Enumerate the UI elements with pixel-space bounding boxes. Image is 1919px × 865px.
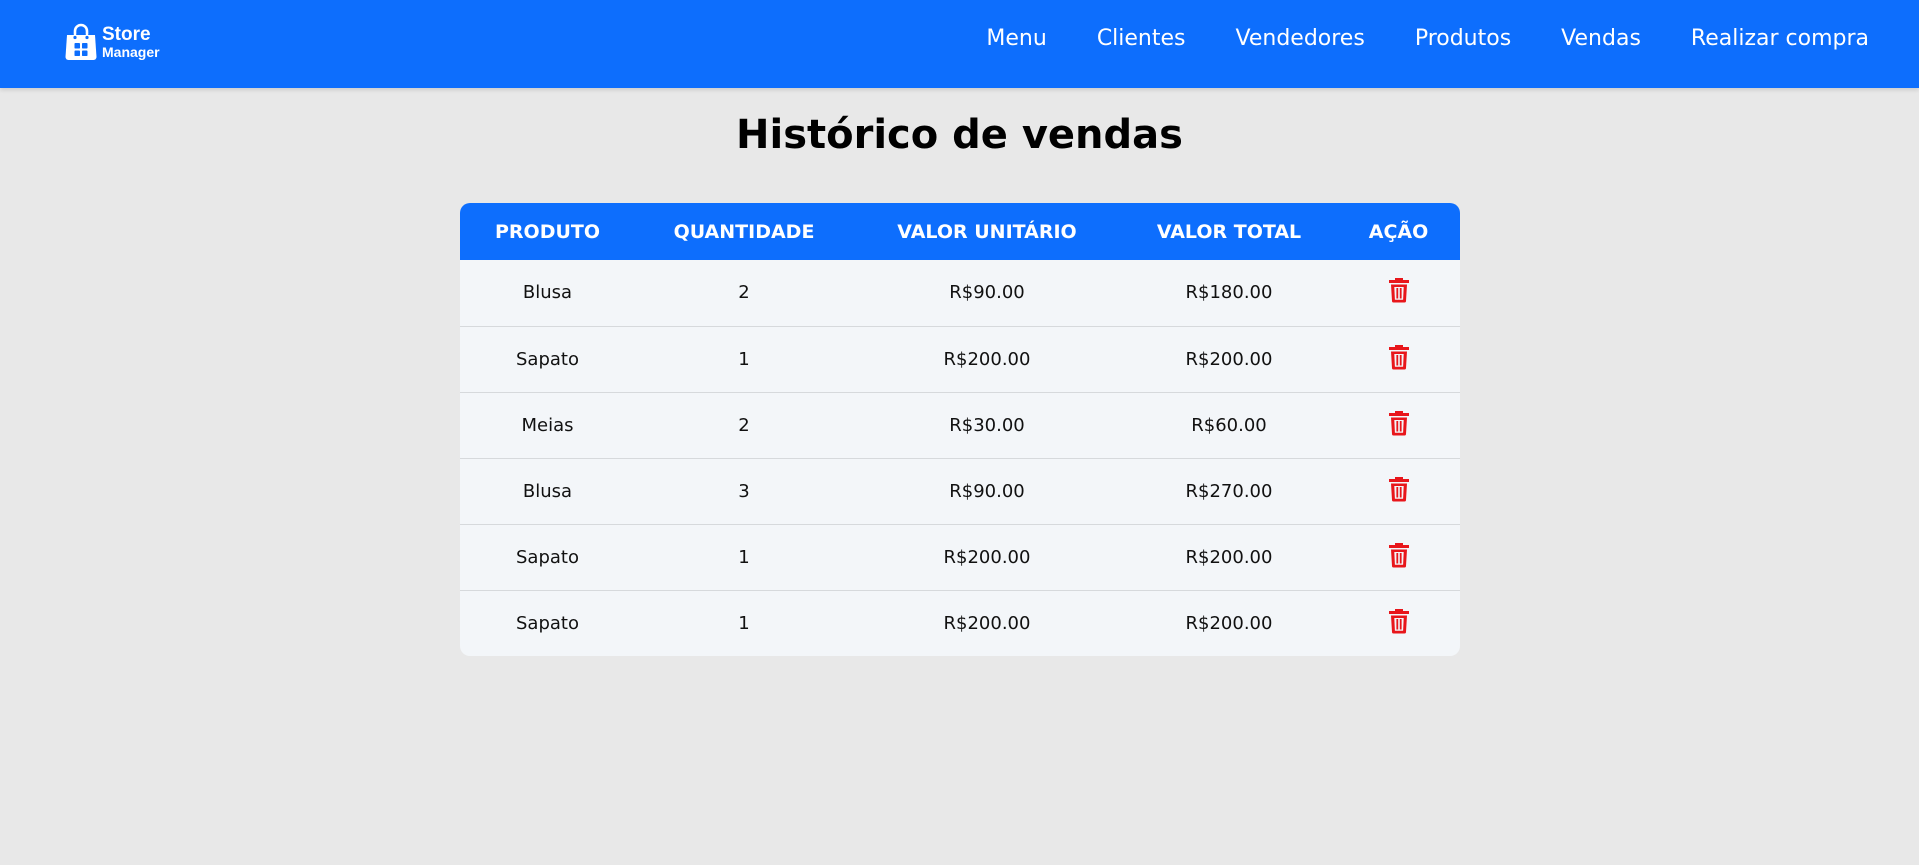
trash-icon — [1388, 410, 1409, 435]
header-acao: AÇÃO — [1368, 220, 1429, 243]
header-valor-unitario: VALOR UNITÁRIO — [897, 220, 1077, 243]
cell-acao — [1337, 260, 1460, 326]
cell-valor-unitario: R$200.00 — [943, 546, 1031, 568]
cell-valor-unitario: R$200.00 — [943, 612, 1031, 634]
cell-acao — [1337, 590, 1460, 656]
navbar: Store Manager Menu Clientes Vendedores P… — [0, 0, 1919, 88]
cell-quantidade: 1 — [738, 348, 750, 370]
cell-produto: Sapato — [516, 612, 579, 634]
sales-history-table: PRODUTO QUANTIDADE VALOR UNITÁRIO VALOR … — [460, 203, 1460, 656]
cell-produto: Meias — [521, 414, 574, 436]
nav-link-vendas[interactable]: Vendas — [1561, 26, 1641, 51]
sales-table: PRODUTO QUANTIDADE VALOR UNITÁRIO VALOR … — [460, 203, 1460, 656]
trash-icon — [1388, 344, 1409, 369]
cell-acao — [1337, 458, 1460, 524]
brand-name-line2: Manager — [102, 44, 160, 60]
cell-valor-total: R$180.00 — [1185, 282, 1273, 304]
table-row: Sapato 1 R$200.00 R$200.00 — [460, 590, 1460, 656]
table-header-row: PRODUTO QUANTIDADE VALOR UNITÁRIO VALOR … — [460, 203, 1460, 260]
cell-produto: Blusa — [522, 480, 573, 502]
cell-valor-unitario: R$90.00 — [949, 480, 1025, 502]
trash-icon — [1388, 542, 1409, 567]
nav-link-realizar-compra[interactable]: Realizar compra — [1691, 26, 1869, 51]
cell-valor-unitario: R$90.00 — [949, 282, 1025, 304]
header-quantidade: QUANTIDADE — [673, 220, 815, 243]
table-row: Sapato 1 R$200.00 R$200.00 — [460, 326, 1460, 392]
cell-acao — [1337, 326, 1460, 392]
table-row: Meias 2 R$30.00 R$60.00 — [460, 392, 1460, 458]
table-body: Blusa 2 R$90.00 R$180.00 Sapato 1 R$200.… — [460, 260, 1460, 656]
header-valor-total: VALOR TOTAL — [1156, 220, 1302, 243]
cell-produto: Sapato — [516, 348, 579, 370]
cell-acao — [1337, 392, 1460, 458]
nav-links: Menu Clientes Vendedores Produtos Vendas… — [986, 0, 1869, 76]
cell-valor-unitario: R$30.00 — [949, 414, 1025, 436]
cell-quantidade: 2 — [738, 282, 750, 304]
header-produto: PRODUTO — [494, 220, 601, 243]
cell-valor-total: R$60.00 — [1191, 414, 1267, 436]
cell-valor-unitario: R$200.00 — [943, 348, 1031, 370]
nav-link-clientes[interactable]: Clientes — [1097, 26, 1186, 51]
cell-quantidade: 3 — [738, 480, 750, 502]
cell-valor-total: R$200.00 — [1185, 348, 1273, 370]
cell-valor-total: R$200.00 — [1185, 612, 1273, 634]
delete-button[interactable] — [1385, 539, 1413, 569]
table-row: Blusa 3 R$90.00 R$270.00 — [460, 458, 1460, 524]
cell-produto: Blusa — [522, 282, 573, 304]
delete-button[interactable] — [1385, 473, 1413, 503]
shopping-bag-icon — [65, 23, 97, 60]
table-row: Blusa 2 R$90.00 R$180.00 — [460, 260, 1460, 326]
nav-link-produtos[interactable]: Produtos — [1415, 26, 1511, 51]
trash-icon — [1388, 278, 1409, 303]
brand-name-line1: Store — [102, 24, 151, 45]
delete-button[interactable] — [1385, 605, 1413, 635]
delete-button[interactable] — [1385, 341, 1413, 371]
table-header: PRODUTO QUANTIDADE VALOR UNITÁRIO VALOR … — [460, 203, 1460, 260]
nav-link-menu[interactable]: Menu — [986, 26, 1046, 51]
cell-valor-total: R$270.00 — [1185, 480, 1273, 502]
delete-button[interactable] — [1385, 407, 1413, 437]
trash-icon — [1388, 476, 1409, 501]
nav-link-vendedores[interactable]: Vendedores — [1236, 26, 1365, 51]
brand-text: Store Manager — [102, 25, 160, 59]
table-row: Sapato 1 R$200.00 R$200.00 — [460, 524, 1460, 590]
cell-quantidade: 2 — [738, 414, 750, 436]
delete-button[interactable] — [1385, 275, 1413, 305]
page-title: Histórico de vendas — [736, 112, 1183, 158]
cell-valor-total: R$200.00 — [1185, 546, 1273, 568]
cell-quantidade: 1 — [738, 546, 750, 568]
cell-produto: Sapato — [516, 546, 579, 568]
brand-logo[interactable]: Store Manager — [64, 22, 160, 62]
trash-icon — [1388, 608, 1409, 634]
cell-acao — [1337, 524, 1460, 590]
cell-quantidade: 1 — [738, 612, 750, 634]
